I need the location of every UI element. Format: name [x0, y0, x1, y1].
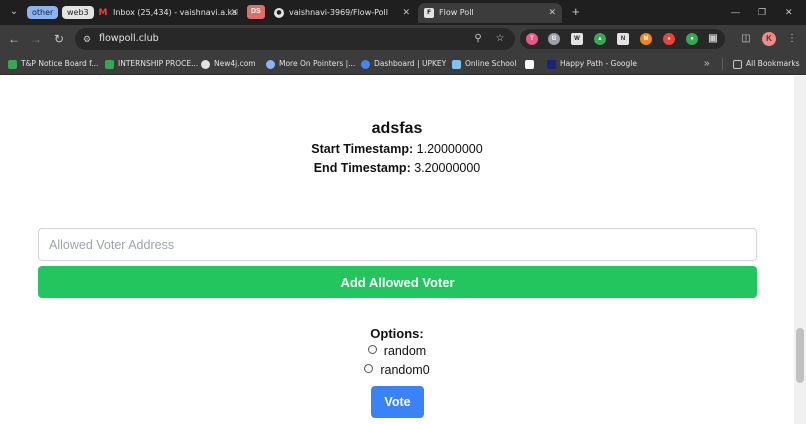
extension-t-icon[interactable]: T — [526, 33, 538, 45]
close-tab-icon[interactable]: ✕ — [548, 3, 556, 23]
extensions-bar: T G W ▲ N M ● ● ▣ — [520, 29, 725, 49]
tab-title: Inbox (25,434) - vaishnavi.a.kal — [113, 8, 238, 17]
end-timestamp-label: End Timestamp: — [313, 161, 411, 175]
upkey-icon — [361, 59, 370, 69]
flow-icon: F — [424, 7, 434, 18]
sheets-icon — [8, 59, 17, 69]
bookmark-tp-notice[interactable]: T&P Notice Board f... — [8, 53, 98, 75]
close-tab-icon[interactable]: ✕ — [402, 3, 410, 23]
tab-search-icon[interactable]: ⌄ — [6, 4, 22, 20]
tab-gmail[interactable]: M Inbox (25,434) - vaishnavi.a.kal ✕ — [98, 3, 238, 23]
reload-icon[interactable]: ↻ — [51, 31, 67, 47]
sheets-icon — [105, 59, 114, 69]
bookmark-label: More On Pointers |... — [279, 59, 356, 68]
start-timestamp: Start Timestamp: 1.20000000 — [0, 142, 794, 156]
tab-strip: ⌄ other web3 M Inbox (25,434) - vaishnavi… — [0, 0, 806, 25]
extension-metamask-icon[interactable]: M — [640, 33, 652, 45]
bookmarks-bar: T&P Notice Board f... INTERNSHIP PROCE..… — [0, 53, 806, 75]
pointers-icon — [266, 59, 275, 69]
bookmark-new4j[interactable]: New4j.com — [201, 53, 256, 75]
bookmark-star-icon[interactable]: ☆ — [493, 32, 507, 46]
github-icon: ● — [274, 7, 284, 18]
extension-notion-icon[interactable]: N — [617, 33, 629, 45]
menu-kebab-icon[interactable]: ⋮ — [784, 31, 800, 47]
bookmark-online-school[interactable]: Online School — [452, 53, 516, 75]
bookmark-label: New4j.com — [214, 59, 256, 68]
end-timestamp-value: 3.20000000 — [414, 161, 481, 175]
new4j-icon — [201, 59, 210, 69]
scrollbar-thumb[interactable] — [796, 328, 804, 383]
tab-group-other[interactable]: other — [27, 6, 59, 19]
bookmark-label: Happy Path - Google — [560, 59, 637, 68]
back-icon[interactable]: ← — [6, 31, 22, 47]
extension-red-icon[interactable]: ● — [663, 33, 675, 45]
tab-title: Flow Poll — [439, 8, 474, 17]
forward-icon[interactable]: → — [28, 31, 44, 47]
close-window-icon[interactable]: ✕ — [785, 4, 793, 20]
bookmark-unnamed[interactable] — [525, 53, 538, 75]
browser-toolbar: ← → ↻ ⚙ flowpoll.club ⚲ ☆ T G W ▲ N M ● … — [0, 25, 806, 53]
radio-button[interactable] — [367, 345, 377, 355]
new-tab-icon[interactable]: + — [572, 4, 580, 20]
restore-icon[interactable]: ❐ — [758, 4, 766, 20]
start-timestamp-label: Start Timestamp: — [311, 142, 414, 156]
add-allowed-voter-button[interactable]: Add Allowed Voter — [38, 266, 757, 298]
extensions-puzzle-icon[interactable]: ▣ — [707, 33, 719, 45]
bookmarks-divider — [722, 58, 723, 70]
extension-chatgpt-icon[interactable]: G — [548, 33, 560, 45]
page-content: adsfas Start Timestamp: 1.20000000 End T… — [0, 76, 794, 424]
option-label: random0 — [380, 363, 430, 377]
option-label: random — [383, 344, 427, 358]
address-bar[interactable]: ⚙ flowpoll.club ⚲ ☆ — [75, 28, 515, 50]
bookmarks-overflow-icon[interactable]: » — [704, 53, 710, 75]
options-label: Options: — [370, 326, 424, 341]
extension-leaf-icon[interactable]: ▲ — [594, 33, 606, 45]
tab-github[interactable]: ● vaishnavi-3969/Flow-Poll ✕ — [274, 3, 414, 23]
side-panel-icon[interactable]: ◫ — [738, 31, 754, 47]
option-item[interactable]: random — [0, 344, 794, 358]
folder-icon — [733, 59, 742, 69]
all-bookmarks-button[interactable]: All Bookmarks — [733, 53, 800, 75]
tab-ds[interactable]: DS — [247, 5, 265, 19]
happy-path-icon — [547, 59, 556, 69]
bookmark-favicon-icon — [525, 59, 534, 69]
tab-flow-poll[interactable]: F Flow Poll ✕ — [418, 3, 562, 23]
bookmark-pointers[interactable]: More On Pointers |... — [266, 53, 355, 75]
all-bookmarks-label: All Bookmarks — [746, 59, 800, 68]
site-info-icon[interactable]: ⚙ — [81, 33, 93, 45]
extension-green-icon[interactable]: ● — [686, 33, 698, 45]
gmail-icon: M — [98, 7, 108, 18]
poll-title: adsfas — [371, 120, 423, 137]
tab-group-web3[interactable]: web3 — [62, 6, 94, 19]
radio-button[interactable] — [364, 364, 374, 374]
start-timestamp-value: 1.20000000 — [416, 142, 483, 156]
zoom-icon[interactable]: ⚲ — [471, 32, 485, 46]
allowed-voter-input[interactable] — [38, 228, 757, 261]
bookmark-label: Dashboard | UPKEY — [374, 59, 447, 68]
end-timestamp: End Timestamp: 3.20000000 — [0, 161, 794, 175]
bookmark-label: INTERNSHIP PROCE... — [118, 59, 199, 68]
bookmark-label: Online School — [465, 59, 517, 68]
vote-button[interactable]: Vote — [371, 386, 424, 418]
bookmark-happy-path[interactable]: Happy Path - Google — [547, 53, 637, 75]
profile-avatar[interactable]: K — [762, 32, 776, 46]
minimize-icon[interactable]: — — [731, 4, 740, 20]
bookmark-internship[interactable]: INTERNSHIP PROCE... — [105, 53, 198, 75]
url-text[interactable]: flowpoll.club — [99, 28, 159, 50]
bookmark-label: T&P Notice Board f... — [21, 59, 99, 68]
online-school-icon — [452, 59, 461, 69]
extension-w-icon[interactable]: W — [571, 33, 583, 45]
option-item[interactable]: random0 — [0, 363, 794, 377]
bookmark-upkey[interactable]: Dashboard | UPKEY — [361, 53, 446, 75]
close-tab-icon[interactable]: ✕ — [230, 3, 238, 23]
page-scrollbar[interactable] — [794, 76, 806, 424]
tab-title: vaishnavi-3969/Flow-Poll — [289, 8, 388, 17]
